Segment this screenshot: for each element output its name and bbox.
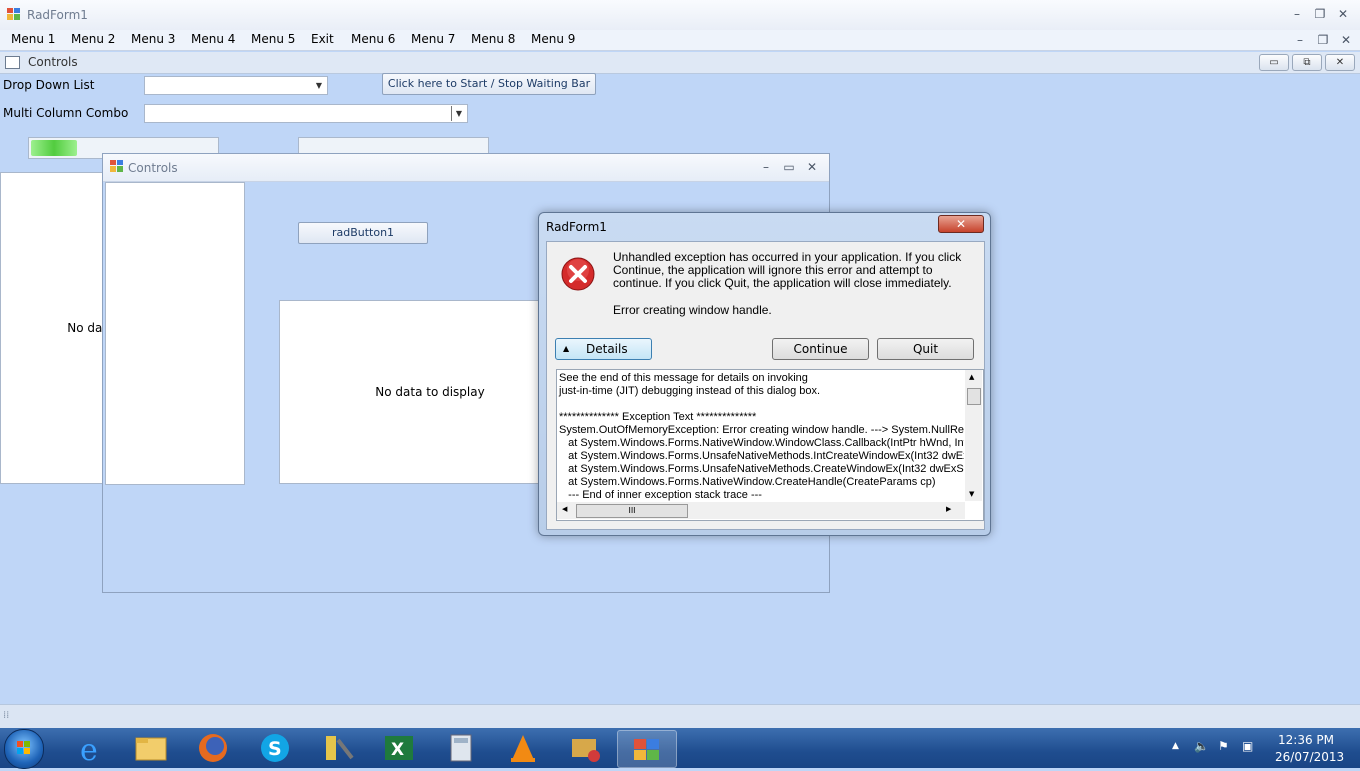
horizontal-scrollbar[interactable]: ◀ III ▶ <box>557 502 965 519</box>
details-line: at System.Windows.Forms.UnsafeNativeMeth… <box>559 450 964 462</box>
child-close-button[interactable]: ✕ <box>1325 54 1355 71</box>
maximize-button[interactable]: ❐ <box>1310 6 1330 22</box>
menu-item-2[interactable]: Menu 2 <box>71 32 115 46</box>
scroll-right-icon[interactable]: ▶ <box>946 505 951 513</box>
child-list-panel[interactable] <box>105 182 245 485</box>
vertical-scrollbar[interactable]: ▲ ▼ <box>965 370 982 501</box>
child-restore-button[interactable]: ⧉ <box>1292 54 1322 71</box>
error-summary: Error creating window handle. <box>613 303 772 317</box>
child-window-title: Controls <box>128 161 178 175</box>
skype-icon[interactable]: S <box>246 730 304 766</box>
calculator-icon[interactable] <box>432 730 490 766</box>
menu-item-5[interactable]: Menu 5 <box>251 32 295 46</box>
details-line: ************** Exception Text **********… <box>559 411 757 423</box>
scroll-up-icon[interactable]: ▲ <box>969 373 974 381</box>
window-title: RadForm1 <box>27 8 88 22</box>
dialog-close-button[interactable]: ✕ <box>938 215 984 233</box>
details-line: at System.Windows.Forms.NativeWindow.Win… <box>559 437 964 449</box>
details-label: Details <box>586 342 628 356</box>
show-hidden-icons-icon[interactable]: ▲ <box>1172 741 1179 751</box>
dropdown-list[interactable]: ▼ <box>144 76 328 95</box>
menu-item-1[interactable]: Menu 1 <box>11 32 55 46</box>
mdi-child-title: Controls <box>28 55 78 69</box>
chevron-down-icon[interactable]: ▼ <box>312 78 326 93</box>
tools-icon[interactable] <box>308 730 366 766</box>
close-button[interactable]: ✕ <box>1333 6 1353 22</box>
status-strip: ⁞⁞ <box>0 704 1360 729</box>
exception-dialog: RadForm1 ✕ Unhandled exception has occur… <box>538 212 991 536</box>
file-explorer-icon[interactable] <box>122 730 180 766</box>
multicolumn-label: Multi Column Combo <box>3 106 129 120</box>
svg-text:X: X <box>391 740 404 760</box>
svg-text:e: e <box>80 733 98 766</box>
menu-item-3[interactable]: Menu 3 <box>131 32 175 46</box>
error-icon <box>561 257 595 294</box>
main-titlebar: RadForm1 – ❐ ✕ <box>0 0 1360 31</box>
menu-item-6[interactable]: Menu 6 <box>351 32 395 46</box>
details-textbox[interactable]: See the end of this message for details … <box>556 369 984 521</box>
internet-explorer-icon[interactable]: e <box>62 730 120 768</box>
start-button[interactable] <box>4 729 44 769</box>
error-message: Unhandled exception has occurred in your… <box>613 250 962 290</box>
details-line: at System.Windows.Forms.UnsafeNativeMeth… <box>559 463 964 475</box>
network-icon[interactable]: ▣ <box>1242 739 1253 753</box>
dialog-body: Unhandled exception has occurred in your… <box>546 241 985 530</box>
horizontal-scroll-thumb[interactable]: III <box>576 504 688 518</box>
details-button[interactable]: ▲ Details <box>555 338 652 360</box>
vertical-scroll-thumb[interactable] <box>967 388 981 405</box>
menu-item-exit[interactable]: Exit <box>311 32 334 46</box>
menu-bar: Menu 1 Menu 2 Menu 3 Menu 4 Menu 5 Exit … <box>0 30 1360 51</box>
details-line: System.OutOfMemoryException: Error creat… <box>559 424 964 436</box>
radform-app-icon[interactable] <box>617 730 677 768</box>
mdi-restore-button[interactable]: ❐ <box>1313 32 1333 48</box>
dialog-title: RadForm1 <box>546 220 607 234</box>
details-line: at System.Windows.Forms.NativeWindow.Cre… <box>559 476 936 488</box>
scroll-down-icon[interactable]: ▼ <box>969 490 974 498</box>
chevron-down-icon[interactable]: ▼ <box>451 106 466 121</box>
control-panel-icon[interactable] <box>556 730 614 766</box>
clock-date[interactable]: 26/07/2013 <box>1275 750 1344 764</box>
grid-empty-text: No data to display <box>375 385 485 399</box>
clock-time[interactable]: 12:36 PM <box>1278 733 1334 747</box>
quit-button[interactable]: Quit <box>877 338 974 360</box>
mdi-minimize-button[interactable]: – <box>1290 32 1310 48</box>
mdi-close-button[interactable]: ✕ <box>1336 32 1356 48</box>
child-window-titlebar: Controls – ▭ ✕ <box>103 154 829 182</box>
vlc-icon[interactable] <box>494 730 552 766</box>
volume-icon[interactable]: 🔈 <box>1194 739 1209 753</box>
minimize-button[interactable]: – <box>1287 6 1307 22</box>
child-window-maximize[interactable]: ▭ <box>779 159 799 175</box>
excel-icon[interactable]: X <box>370 730 428 766</box>
menu-item-9[interactable]: Menu 9 <box>531 32 575 46</box>
waiting-bar-button[interactable]: Click here to Start / Stop Waiting Bar <box>382 73 596 95</box>
action-center-flag-icon[interactable]: ⚑ <box>1218 739 1229 753</box>
multicolumn-combo[interactable]: ▼ <box>144 104 468 123</box>
child-window-minimize[interactable]: – <box>756 159 776 175</box>
details-text: See the end of this message for details … <box>557 372 964 503</box>
details-line: See the end of this message for details … <box>559 372 808 384</box>
app-icon <box>7 8 20 20</box>
resize-grip-icon: ⁞⁞ <box>3 710 10 721</box>
chevron-up-icon: ▲ <box>563 344 570 353</box>
mdi-child-titlebar: Controls ▭ ⧉ ✕ <box>0 52 1360 74</box>
app-icon <box>110 160 123 175</box>
radbutton1[interactable]: radButton1 <box>298 222 428 244</box>
menu-item-4[interactable]: Menu 4 <box>191 32 235 46</box>
child-minimize-button[interactable]: ▭ <box>1259 54 1289 71</box>
details-line: just-in-time (JIT) debugging instead of … <box>559 385 821 397</box>
details-line: --- End of inner exception stack trace -… <box>559 489 762 501</box>
waiting-bar-indicator <box>31 140 77 156</box>
menu-item-7[interactable]: Menu 7 <box>411 32 455 46</box>
form-icon <box>5 56 20 69</box>
scroll-left-icon[interactable]: ◀ <box>562 505 567 513</box>
menu-item-8[interactable]: Menu 8 <box>471 32 515 46</box>
dropdown-label: Drop Down List <box>3 78 95 92</box>
continue-button[interactable]: Continue <box>772 338 869 360</box>
svg-text:S: S <box>268 738 282 760</box>
child-data-grid[interactable]: No data to display <box>279 300 581 484</box>
firefox-icon[interactable] <box>184 730 242 766</box>
child-window-close[interactable]: ✕ <box>802 159 822 175</box>
